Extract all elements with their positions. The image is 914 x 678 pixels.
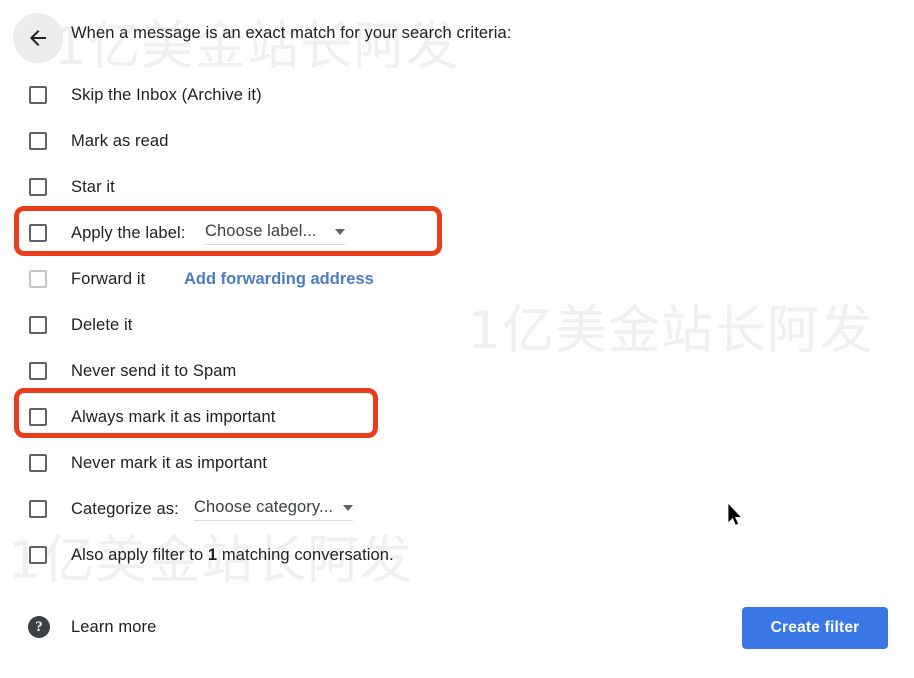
option-label: Never send it to Spam (71, 361, 237, 380)
option-label: Apply the label: (71, 223, 186, 242)
option-label: Star it (71, 177, 115, 196)
option-label: Always mark it as important (71, 407, 276, 426)
option-label: Categorize as: (71, 499, 179, 518)
option-label: Mark as read (71, 131, 169, 150)
option-label: Never mark it as important (71, 453, 268, 472)
chevron-down-icon (343, 505, 354, 511)
option-label: Delete it (71, 315, 133, 334)
also-apply-prefix: Also apply filter to (71, 545, 208, 564)
label-dropdown-value: Choose label... (205, 221, 317, 240)
option-row-mark-as-read[interactable]: Mark as read (0, 118, 914, 164)
add-forwarding-address-link[interactable]: Add forwarding address (184, 270, 374, 289)
header: When a message is an exact match for you… (0, 0, 914, 72)
filter-actions-screen: 1亿美金站长阿发 1亿美金站长阿发 1亿美金站长阿发 When a messag… (0, 0, 914, 678)
also-apply-suffix: matching conversation. (217, 545, 394, 564)
checkbox-never-spam[interactable] (29, 362, 47, 380)
option-label: Forward it (71, 269, 146, 288)
label-dropdown[interactable]: Choose label... (205, 222, 345, 245)
option-row-apply-label[interactable]: Apply the label: Choose label... (0, 210, 914, 256)
option-row-always-important[interactable]: Always mark it as important (0, 394, 914, 440)
category-dropdown-value: Choose category... (194, 497, 334, 516)
option-row-skip-inbox[interactable]: Skip the Inbox (Archive it) (0, 72, 914, 118)
back-button[interactable] (13, 13, 63, 63)
matching-conversation-count: 1 (207, 545, 218, 564)
arrow-left-icon (26, 26, 50, 50)
option-row-categorize-as[interactable]: Categorize as: Choose category... (0, 486, 914, 532)
checkbox-always-important[interactable] (29, 408, 47, 426)
checkbox-never-important[interactable] (29, 454, 47, 472)
checkbox-apply-label[interactable] (29, 224, 47, 242)
option-row-forward-it[interactable]: Forward it Add forwarding address (0, 256, 914, 302)
filter-actions-list: Skip the Inbox (Archive it) Mark as read… (0, 72, 914, 578)
checkbox-delete-it[interactable] (29, 316, 47, 334)
option-row-never-spam[interactable]: Never send it to Spam (0, 348, 914, 394)
option-row-star-it[interactable]: Star it (0, 164, 914, 210)
learn-more-link[interactable]: Learn more (71, 618, 156, 637)
checkbox-star-it[interactable] (29, 178, 47, 196)
checkbox-also-apply-filter[interactable] (29, 546, 47, 564)
option-label: Also apply filter to 1 matching conversa… (71, 546, 394, 565)
chevron-down-icon (334, 229, 345, 235)
checkbox-skip-inbox[interactable] (29, 86, 47, 104)
option-row-never-important[interactable]: Never mark it as important (0, 440, 914, 486)
option-row-also-apply-filter[interactable]: Also apply filter to 1 matching conversa… (0, 532, 914, 578)
checkbox-categorize-as[interactable] (29, 500, 47, 518)
help-question-icon[interactable]: ? (28, 616, 50, 638)
checkbox-forward-it[interactable] (29, 270, 47, 288)
page-title: When a message is an exact match for you… (71, 24, 512, 42)
checkbox-mark-as-read[interactable] (29, 132, 47, 150)
footer: ? Learn more Create filter (0, 600, 914, 678)
option-row-delete-it[interactable]: Delete it (0, 302, 914, 348)
category-dropdown[interactable]: Choose category... (194, 497, 354, 521)
create-filter-button[interactable]: Create filter (742, 607, 888, 649)
option-label: Skip the Inbox (Archive it) (71, 85, 262, 104)
